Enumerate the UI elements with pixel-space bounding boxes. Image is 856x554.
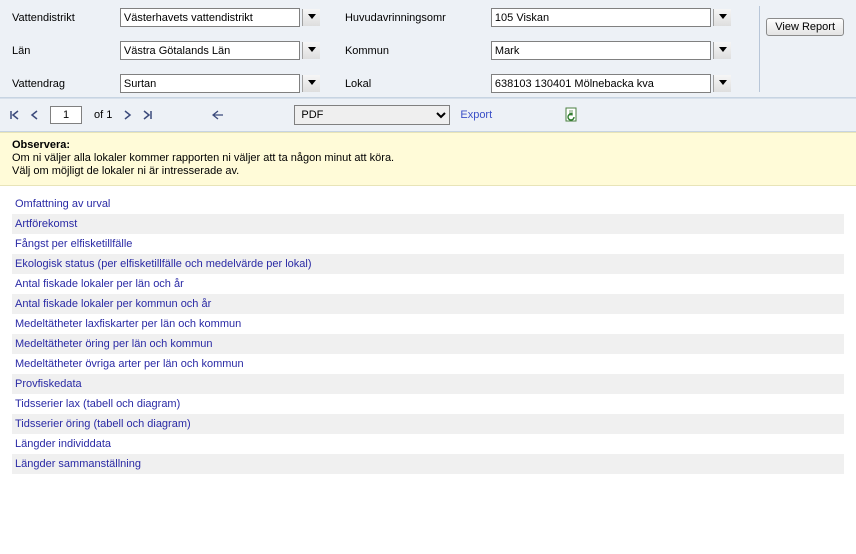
- label-vattendistrikt: Vattendistrikt: [12, 12, 96, 24]
- next-page-icon[interactable]: [122, 110, 132, 120]
- report-link-row: Tidsserier öring (tabell och diagram): [12, 414, 844, 434]
- label-lokal: Lokal: [345, 78, 467, 90]
- report-link-row: Längder sammanställning: [12, 454, 844, 474]
- select-lan[interactable]: Västra Götalands Län: [120, 41, 300, 60]
- notice-title: Observera:: [12, 139, 844, 151]
- report-link[interactable]: Medeltätheter övriga arter per län och k…: [15, 358, 244, 370]
- export-format-select[interactable]: PDF: [294, 105, 450, 125]
- select-huvudavrinning[interactable]: 105 Viskan: [491, 8, 711, 27]
- notice-line-2: Välj om möjligt de lokaler ni är intress…: [12, 165, 844, 177]
- report-link[interactable]: Medeltätheter laxfiskarter per län och k…: [15, 318, 241, 330]
- view-report-button[interactable]: View Report: [766, 18, 844, 36]
- report-link[interactable]: Artförekomst: [15, 218, 77, 230]
- label-kommun: Kommun: [345, 45, 467, 57]
- select-vattendistrikt[interactable]: Västerhavets vattendistrikt: [120, 8, 300, 27]
- refresh-icon[interactable]: [564, 107, 580, 123]
- notice-line-1: Om ni väljer alla lokaler kommer rapport…: [12, 152, 844, 164]
- select-lokal[interactable]: 638103 130401 Mölnebacka kva: [491, 74, 711, 93]
- back-arrow-icon[interactable]: [212, 110, 222, 120]
- report-link-row: Medeltätheter laxfiskarter per län och k…: [12, 314, 844, 334]
- notice-box: Observera: Om ni väljer alla lokaler kom…: [0, 132, 856, 186]
- label-huvudavrinning: Huvudavrinningsomr: [345, 12, 467, 24]
- report-content: Observera: Om ni väljer alla lokaler kom…: [0, 132, 856, 486]
- report-link-row: Antal fiskade lokaler per län och år: [12, 274, 844, 294]
- label-vattendrag: Vattendrag: [12, 78, 96, 90]
- report-toolbar: of 1 PDF Export: [0, 98, 856, 132]
- report-link-row: Medeltätheter öring per län och kommun: [12, 334, 844, 354]
- report-link[interactable]: Ekologisk status (per elfisketillfälle o…: [15, 258, 312, 270]
- report-link-row: Provfiskedata: [12, 374, 844, 394]
- label-lan: Län: [12, 45, 96, 57]
- report-link[interactable]: Omfattning av urval: [15, 198, 110, 210]
- report-link[interactable]: Längder sammanställning: [15, 458, 141, 470]
- report-link-row: Fångst per elfisketillfälle: [12, 234, 844, 254]
- parameters-panel: Vattendistrikt Västerhavets vattendistri…: [0, 0, 856, 98]
- report-link[interactable]: Fångst per elfisketillfälle: [15, 238, 132, 250]
- report-link-row: Artförekomst: [12, 214, 844, 234]
- last-page-icon[interactable]: [142, 110, 152, 120]
- prev-page-icon[interactable]: [30, 110, 40, 120]
- report-link[interactable]: Tidsserier lax (tabell och diagram): [15, 398, 180, 410]
- report-link-row: Omfattning av urval: [12, 194, 844, 214]
- report-link[interactable]: Antal fiskade lokaler per län och år: [15, 278, 184, 290]
- report-link-row: Antal fiskade lokaler per kommun och år: [12, 294, 844, 314]
- page-count-label: of 1: [94, 109, 112, 121]
- params-divider: [759, 6, 760, 92]
- report-links-list: Omfattning av urval Artförekomst Fångst …: [0, 194, 856, 486]
- report-link-row: Längder individdata: [12, 434, 844, 454]
- report-link-row: Medeltätheter övriga arter per län och k…: [12, 354, 844, 374]
- first-page-icon[interactable]: [10, 110, 20, 120]
- select-vattendrag[interactable]: Surtan: [120, 74, 300, 93]
- report-link[interactable]: Medeltätheter öring per län och kommun: [15, 338, 213, 350]
- page-number-input[interactable]: [50, 106, 82, 124]
- report-link-row: Ekologisk status (per elfisketillfälle o…: [12, 254, 844, 274]
- export-link[interactable]: Export: [460, 109, 492, 121]
- report-link[interactable]: Längder individdata: [15, 438, 111, 450]
- report-link[interactable]: Provfiskedata: [15, 378, 82, 390]
- report-link[interactable]: Antal fiskade lokaler per kommun och år: [15, 298, 211, 310]
- report-link-row: Tidsserier lax (tabell och diagram): [12, 394, 844, 414]
- select-kommun[interactable]: Mark: [491, 41, 711, 60]
- report-link[interactable]: Tidsserier öring (tabell och diagram): [15, 418, 191, 430]
